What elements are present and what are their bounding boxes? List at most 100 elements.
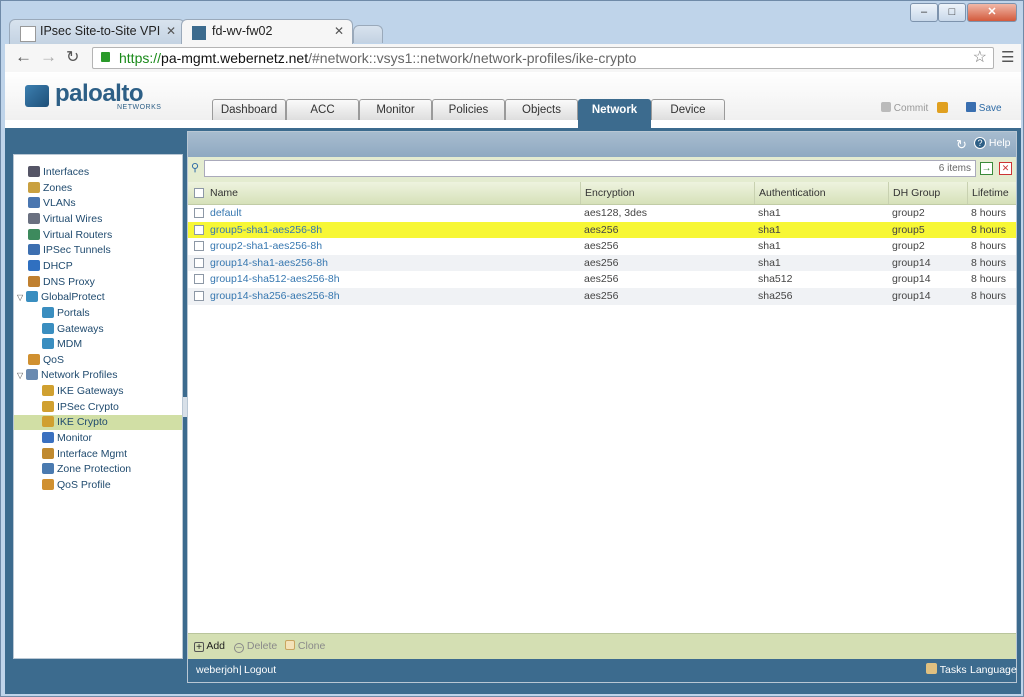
column-header-name[interactable]: Name (206, 182, 580, 204)
cell-name[interactable]: group5-sha1-aes256-8h (206, 222, 580, 238)
row-checkbox[interactable] (194, 291, 204, 301)
table-row[interactable]: group14-sha1-aes256-8h aes256 sha1 group14 8… (188, 254, 1016, 272)
close-window-button[interactable]: ✕ (967, 3, 1017, 22)
sidebar-item-interface-mgmt[interactable]: Interface Mgmt (14, 447, 182, 462)
sidebar-item-virtual-wires[interactable]: Virtual Wires (14, 212, 182, 227)
select-all-checkbox[interactable] (194, 188, 204, 198)
tab-dashboard[interactable]: Dashboard (212, 99, 286, 120)
cell-name[interactable]: group14-sha512-aes256-8h (206, 271, 580, 287)
clone-button[interactable]: Clone (285, 640, 325, 652)
reload-icon[interactable]: ↻ (66, 47, 79, 67)
item-count: 6 items (938, 163, 971, 174)
sidebar-item-label: GlobalProtect (41, 291, 105, 304)
sidebar-item-label: Zones (43, 181, 73, 194)
row-checkbox[interactable] (194, 224, 204, 235)
sidebar-item-label: Portals (57, 306, 90, 319)
search-icon: ⚲ (191, 162, 200, 174)
clear-filter-icon[interactable]: ✕ (999, 162, 1012, 175)
language-link[interactable]: Language (970, 659, 1017, 682)
close-tab-icon[interactable]: ✕ (334, 24, 344, 38)
apply-filter-icon[interactable]: → (980, 162, 993, 175)
sidebar-item-zone-protection[interactable]: Zone Protection (14, 462, 182, 477)
sidebar-item-globalprotect[interactable]: ▽ GlobalProtect (14, 290, 182, 305)
sidebar-item-ike-gateways[interactable]: IKE Gateways (14, 384, 182, 399)
username: weberjoh (196, 664, 239, 676)
refresh-icon[interactable]: ↻ (956, 137, 967, 153)
help-button[interactable]: ? Help (974, 137, 1011, 149)
delete-button[interactable]: – Delete (234, 640, 277, 653)
column-header-encryption[interactable]: Encryption (580, 182, 754, 204)
sidebar-item-ipsec-crypto[interactable]: IPSec Crypto (14, 400, 182, 415)
delete-icon: – (234, 643, 244, 653)
minimize-button[interactable]: – (910, 3, 938, 22)
row-checkbox[interactable] (194, 257, 204, 268)
table-row[interactable]: group5-sha1-aes256-8h aes256 sha1 group5 8 h… (188, 221, 1016, 239)
row-checkbox[interactable] (194, 208, 204, 218)
sidebar-item-gateways[interactable]: Gateways (14, 322, 182, 337)
forward-arrow-icon[interactable]: → (40, 47, 57, 67)
lock-config-icon[interactable] (937, 102, 948, 113)
virtual-routers-icon (28, 228, 40, 240)
save-disk-icon (966, 102, 976, 112)
tab-monitor[interactable]: Monitor (359, 99, 432, 120)
column-header-authentication[interactable]: Authentication (754, 182, 888, 204)
expand-triangle-icon[interactable]: ▽ (17, 290, 26, 305)
sidebar-item-label: Network Profiles (41, 369, 118, 382)
sidebar-item-vlans[interactable]: VLANs (14, 196, 182, 211)
action-bar: + Add – Delete Clone (188, 633, 1016, 659)
sidebar-item-ipsec-tunnels[interactable]: IPSec Tunnels (14, 243, 182, 258)
menu-icon[interactable]: ☰ (1001, 48, 1014, 66)
tab-network[interactable]: Network (578, 99, 651, 128)
sidebar-item-network-profiles[interactable]: ▽ Network Profiles (14, 368, 182, 383)
tasks-button[interactable]: Tasks (926, 659, 967, 682)
cell-name[interactable]: default (206, 205, 580, 221)
table-row[interactable]: group2-sha1-aes256-8h aes256 sha1 group2 8 h… (188, 238, 1016, 255)
logout-link[interactable]: Logout (244, 659, 276, 682)
sidebar-item-mdm[interactable]: MDM (14, 337, 182, 352)
sidebar-item-portals[interactable]: Portals (14, 306, 182, 321)
cell-name[interactable]: group14-sha256-aes256-8h (206, 288, 580, 304)
cell-authentication: sha256 (758, 290, 793, 302)
cell-encryption: aes256 (584, 223, 619, 236)
sidebar-item-dhcp[interactable]: DHCP (14, 259, 182, 274)
save-button[interactable]: Save (966, 102, 1002, 114)
sidebar-item-monitor[interactable]: Monitor (14, 431, 182, 446)
sidebar-item-interfaces[interactable]: Interfaces (14, 165, 182, 180)
table-row[interactable]: group14-sha256-aes256-8h aes256 sha256 grou… (188, 288, 1016, 305)
sidebar-item-dns-proxy[interactable]: DNS Proxy (14, 275, 182, 290)
cell-authentication: sha1 (758, 240, 781, 253)
column-header-dh-group[interactable]: DH Group (888, 182, 967, 204)
tab-device[interactable]: Device (651, 99, 725, 120)
expand-triangle-icon[interactable]: ▽ (17, 368, 26, 383)
commit-button[interactable]: Commit (881, 102, 928, 114)
close-tab-icon[interactable]: ✕ (166, 24, 176, 38)
row-checkbox[interactable] (194, 274, 204, 285)
filter-input[interactable]: 6 items (204, 160, 976, 177)
main-panel: ↻ ? Help ⚲ 6 items → ✕ Name Encryption A… (187, 131, 1017, 683)
browser-tab-2[interactable]: fd-wv-fw02 ✕ (181, 19, 353, 45)
table-row[interactable]: default aes128, 3des sha1 group2 8 hours (188, 205, 1016, 222)
new-tab-button[interactable] (353, 25, 383, 43)
maximize-button[interactable]: □ (938, 3, 966, 22)
table-row[interactable]: group14-sha512-aes256-8h aes256 sha512 grou… (188, 271, 1016, 288)
sidebar-item-label: Gateways (57, 322, 104, 335)
browser-tab-1[interactable]: IPsec Site-to-Site VPI ✕ (9, 19, 185, 45)
add-button[interactable]: + Add (194, 640, 226, 653)
cell-name[interactable]: group14-sha1-aes256-8h (206, 255, 580, 271)
tab-acc[interactable]: ACC (286, 99, 359, 120)
bookmark-star-icon[interactable]: ☆ (973, 48, 987, 68)
sidebar-item-zones[interactable]: Zones (14, 181, 182, 196)
sidebar-item-qos-profile[interactable]: QoS Profile (14, 478, 182, 493)
row-checkbox[interactable] (194, 241, 204, 252)
add-label: Add (206, 640, 226, 652)
sidebar-item-qos[interactable]: QoS (14, 353, 182, 368)
column-header-lifetime[interactable]: Lifetime (967, 182, 1016, 204)
tab-policies[interactable]: Policies (432, 99, 505, 120)
address-bar[interactable]: https://pa-mgmt.webernetz.net/#network::… (92, 47, 994, 69)
sidebar-item-ike-crypto[interactable]: IKE Crypto (14, 415, 182, 431)
tab-objects[interactable]: Objects (505, 99, 578, 120)
cell-name[interactable]: group2-sha1-aes256-8h (206, 238, 580, 254)
back-arrow-icon[interactable]: ← (15, 47, 32, 67)
sidebar-item-virtual-routers[interactable]: Virtual Routers (14, 228, 182, 243)
cell-encryption: aes128, 3des (584, 207, 648, 219)
